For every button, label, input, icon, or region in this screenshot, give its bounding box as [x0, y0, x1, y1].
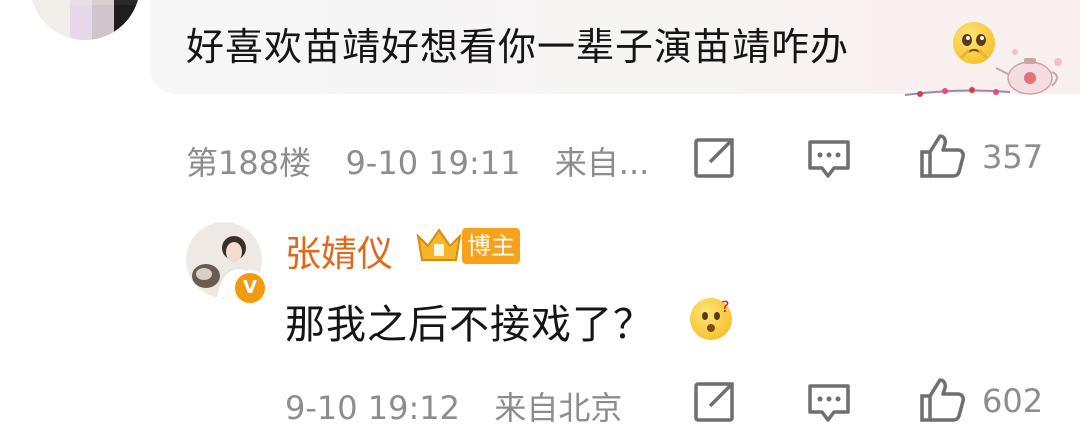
decoration-flourish-icon — [904, 49, 1062, 97]
blogger-badge: 博主 — [462, 228, 520, 264]
reply-source: 来自北京 — [494, 389, 623, 427]
comment-icon[interactable] — [806, 136, 852, 180]
comment-meta: 第188楼 9-10 19:11 来自... — [186, 138, 649, 184]
like-count: 602 — [982, 382, 1044, 420]
thinking-question-face-emoji: ? — [690, 297, 732, 340]
like-icon[interactable] — [918, 132, 966, 180]
comment-text: 好喜欢苗靖好想看你一辈子演苗靖咋办 — [186, 25, 850, 69]
comment-time: 9-10 19:11 — [345, 144, 521, 182]
share-icon[interactable] — [692, 136, 736, 180]
reply-text: 那我之后不接戏了？ — [285, 302, 654, 348]
like-count: 357 — [982, 138, 1044, 176]
blogger-username[interactable]: 张婧仪 — [285, 225, 393, 277]
like-icon[interactable] — [918, 376, 966, 424]
commenter-avatar[interactable] — [30, 0, 140, 40]
floor-number: 第188楼 — [186, 144, 312, 182]
comment-source: 来自... — [554, 144, 650, 182]
reply-meta: 9-10 19:12 来自北京 — [285, 383, 622, 429]
crown-icon — [416, 228, 462, 261]
share-icon[interactable] — [692, 380, 736, 424]
svg-text:?: ? — [721, 298, 730, 316]
verified-icon: V — [232, 270, 268, 306]
reply-time: 9-10 19:12 — [285, 389, 461, 427]
comment-icon[interactable] — [806, 380, 852, 424]
